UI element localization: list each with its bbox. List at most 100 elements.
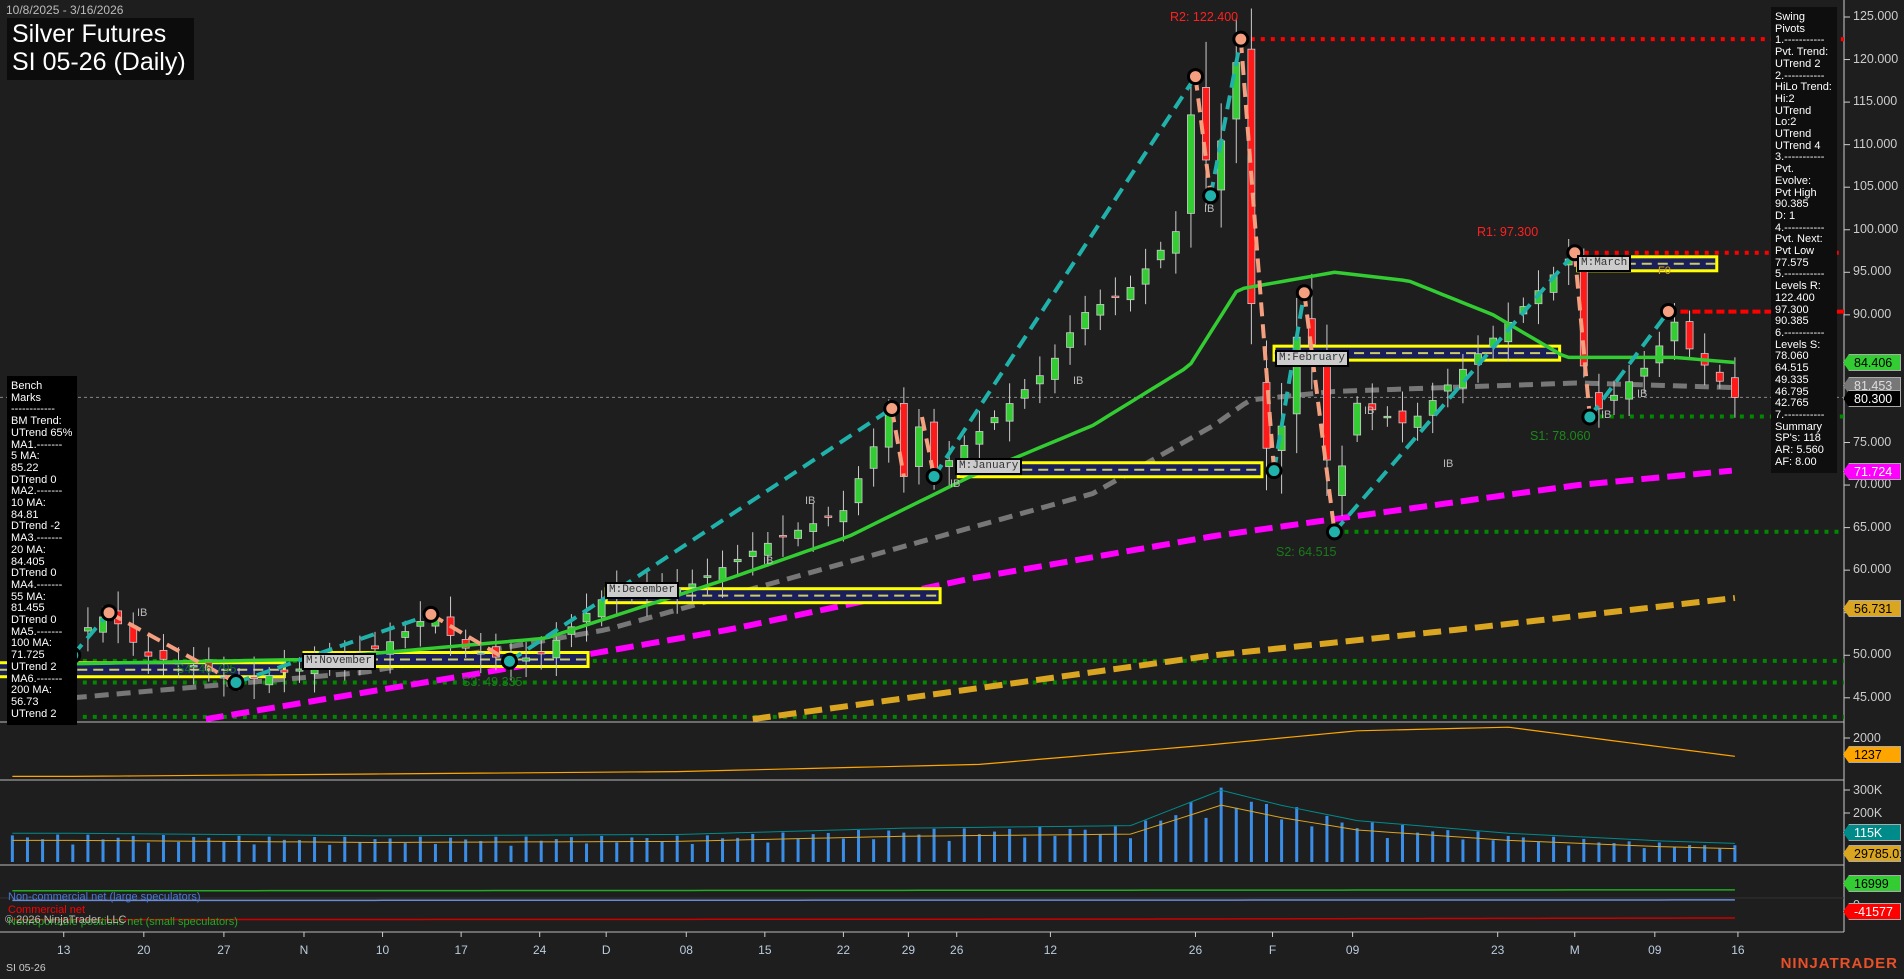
- volume-bar: [690, 843, 694, 862]
- month-box-january: M:January: [955, 458, 1023, 475]
- volume-bar: [1234, 807, 1238, 862]
- candle-down: [371, 645, 379, 650]
- volume-bar: [932, 828, 936, 862]
- price-axis-label: 65.000: [1853, 519, 1892, 534]
- instrument-label: SI 05-26: [6, 962, 46, 974]
- volume-bar: [1204, 817, 1208, 862]
- volume-bar: [1567, 845, 1571, 862]
- time-axis-label: 22: [836, 943, 851, 957]
- s3-label: S3: 49.335: [462, 675, 523, 689]
- volume-bar: [585, 843, 589, 862]
- bench-line: MA4.-------: [11, 578, 63, 591]
- pivot-high-marker: [1659, 302, 1677, 320]
- volume-bar: [947, 840, 951, 862]
- volume-bar: [1446, 830, 1450, 862]
- ma200-line: [752, 594, 1736, 723]
- swing-pivots-panel: Swing Pivots 1.----------- Pvt. Trend: UTre…: [1771, 7, 1837, 474]
- volume-bar: [1491, 840, 1495, 862]
- volume-bar: [1113, 826, 1117, 862]
- volume-bar: [1159, 820, 1163, 862]
- time-axis-label: F: [1268, 943, 1277, 957]
- volume-value-tag: 115K: [1843, 824, 1901, 841]
- ib-label: IB: [137, 607, 148, 619]
- ib-label: IB: [805, 495, 816, 507]
- volume-bar: [1174, 815, 1178, 862]
- f0-label: F0: [1658, 265, 1671, 277]
- nonreportable-net-tag: 16999: [1843, 875, 1901, 892]
- time-axis-label: 10: [375, 943, 390, 957]
- candle-up: [915, 426, 923, 467]
- candle-up: [763, 542, 772, 556]
- volume-bar: [479, 840, 483, 862]
- volume-bar: [509, 845, 513, 862]
- volume-bar: [328, 844, 332, 862]
- price-axis-label: 75.000: [1853, 434, 1892, 449]
- candle-up: [1413, 415, 1422, 428]
- volume-bar: [116, 837, 120, 862]
- s1-label: S1: 78.060: [1530, 429, 1591, 443]
- volume-bar: [1627, 841, 1631, 862]
- candle-down: [824, 515, 833, 518]
- volume-bar: [705, 835, 709, 862]
- pivot-low-marker: [1265, 462, 1283, 480]
- candle-up: [522, 657, 530, 662]
- volume-bar: [524, 836, 528, 862]
- volume-bar: [1355, 828, 1359, 862]
- candle-up: [476, 652, 485, 655]
- volume-bar: [101, 839, 105, 862]
- candle-down: [779, 535, 787, 538]
- time-axis-label: 23: [1490, 943, 1505, 957]
- pivot-low-marker: [227, 673, 245, 691]
- swing-line: Pvt Low: [1775, 245, 1815, 258]
- volume-bar: [177, 841, 181, 862]
- volume-bar: [1264, 803, 1268, 862]
- candle-down: [144, 651, 153, 657]
- candle-down: [1715, 371, 1724, 382]
- volume-bar: [86, 834, 90, 862]
- candle-down: [1398, 410, 1407, 424]
- volume-bar: [1189, 801, 1193, 862]
- swing-up-line: [235, 612, 432, 685]
- volume-bar: [449, 837, 453, 862]
- copyright: © 2026 NinjaTrader, LLC: [5, 914, 127, 926]
- candle-down: [1323, 360, 1331, 461]
- time-axis-label: 17: [454, 943, 468, 957]
- pivot-high-marker: [1232, 30, 1250, 48]
- volume-bar: [554, 839, 558, 862]
- volume-bar: [1552, 836, 1556, 862]
- candle-up: [1353, 402, 1362, 436]
- indicator-value-tag: 1237: [1843, 746, 1901, 763]
- candle-up: [1443, 384, 1452, 392]
- volume-bar: [41, 839, 45, 862]
- volume-bar: [146, 842, 150, 862]
- volume-bar: [539, 840, 543, 862]
- volume-bar: [71, 844, 75, 862]
- candle-up: [1232, 62, 1241, 120]
- volume-bar: [1098, 834, 1102, 862]
- volume-bar: [1219, 787, 1223, 862]
- volume-bar: [313, 837, 317, 862]
- volume-bar: [1476, 831, 1480, 862]
- ib-label: IB: [950, 478, 961, 490]
- ib-label: IB: [1601, 409, 1612, 421]
- volume-bar: [1129, 838, 1132, 862]
- candle-down: [250, 676, 259, 680]
- volume-bar: [1295, 807, 1299, 862]
- pivot-low-marker: [500, 652, 518, 670]
- candle-up: [1020, 389, 1029, 399]
- candle-up: [733, 558, 742, 563]
- volume-bar: [1657, 842, 1661, 862]
- candle-up: [1156, 249, 1165, 261]
- volume-bar: [1672, 846, 1676, 862]
- volume-bar: [56, 834, 60, 862]
- price-axis-label: 120.000: [1853, 51, 1899, 66]
- bench-line: 20 MA:: [11, 543, 46, 556]
- candle-up: [884, 414, 893, 448]
- candle-up: [1051, 357, 1059, 380]
- candle-up: [1670, 321, 1679, 342]
- volume-bar: [433, 843, 437, 862]
- candle-up: [1081, 312, 1090, 330]
- swing-line: Hi:2 UTrend: [1775, 92, 1812, 117]
- price-axis-label: 50.000: [1853, 647, 1892, 662]
- candle-up: [869, 446, 878, 469]
